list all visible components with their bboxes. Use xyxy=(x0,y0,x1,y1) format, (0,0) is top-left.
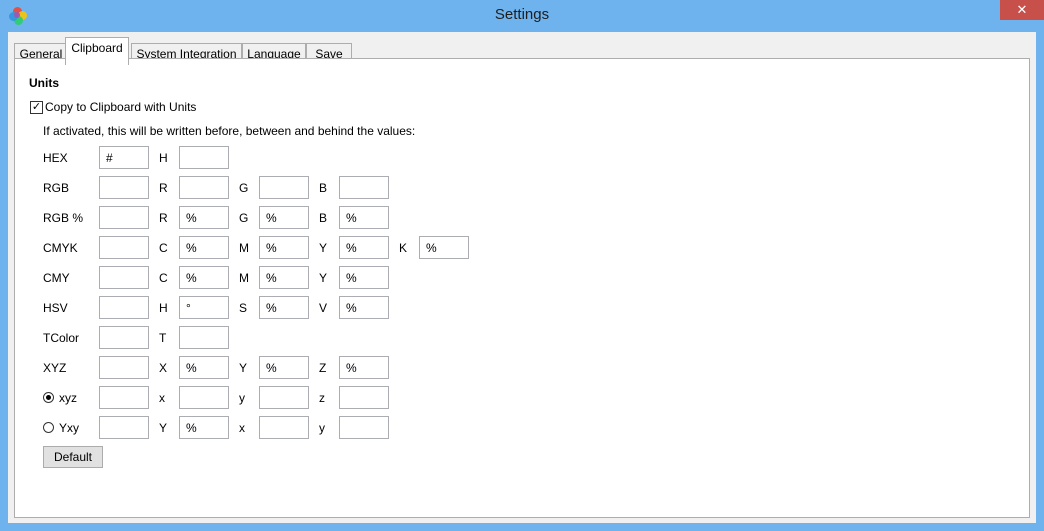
radio-dot-icon xyxy=(46,395,51,400)
xyz-prefix-input[interactable] xyxy=(99,386,149,409)
cmyk-y-label: Y xyxy=(319,241,328,255)
rgb-r-input[interactable] xyxy=(179,206,229,229)
cmyk-m-input[interactable] xyxy=(259,236,309,259)
cmy-c-label: C xyxy=(159,271,168,285)
cmyk-y-input[interactable] xyxy=(339,236,389,259)
cmyk-k-input[interactable] xyxy=(419,236,469,259)
xyz-z-input[interactable] xyxy=(339,356,389,379)
rgb-b-label: B xyxy=(319,211,328,225)
xyz-radio[interactable] xyxy=(43,392,54,403)
hex-prefix-input[interactable] xyxy=(99,146,149,169)
hsv-s-input[interactable] xyxy=(259,296,309,319)
xyz-prefix-input[interactable] xyxy=(99,356,149,379)
xyz-z-label: Z xyxy=(319,361,327,375)
title-bar: Settings ✕ xyxy=(0,0,1044,32)
cmy-y-input[interactable] xyxy=(339,266,389,289)
tcolor-t-label: T xyxy=(159,331,167,345)
yxy-x-label: x xyxy=(239,421,245,435)
hsv-h-input[interactable] xyxy=(179,296,229,319)
yxy-y-input[interactable] xyxy=(339,416,389,439)
tcolor-prefix-input[interactable] xyxy=(99,326,149,349)
copy-with-units-checkbox[interactable]: ✓ xyxy=(30,101,43,114)
window-title: Settings xyxy=(494,6,550,23)
cmy-y-label: Y xyxy=(319,271,328,285)
cmyk-c-input[interactable] xyxy=(179,236,229,259)
cmy-row-label: CMY xyxy=(43,271,70,285)
yxy-radio[interactable] xyxy=(43,422,54,433)
xyz-y-input[interactable] xyxy=(259,386,309,409)
rgb-b-label: B xyxy=(319,181,328,195)
copy-with-units-label[interactable]: Copy to Clipboard with Units xyxy=(45,100,196,114)
default-button[interactable]: Default xyxy=(43,446,103,468)
tcolor-row-label: TColor xyxy=(43,331,80,345)
cmy-c-input[interactable] xyxy=(179,266,229,289)
cmy-m-label: M xyxy=(239,271,249,285)
yxy-y-label: y xyxy=(319,421,325,435)
hsv-h-label: H xyxy=(159,301,168,315)
rgb-r-input[interactable] xyxy=(179,176,229,199)
xyz-y-label: y xyxy=(239,391,245,405)
tcolor-t-input[interactable] xyxy=(179,326,229,349)
units-description: If activated, this will be written befor… xyxy=(43,124,416,138)
yxy-y-input[interactable] xyxy=(179,416,229,439)
xyz-x-input[interactable] xyxy=(179,386,229,409)
xyz-y-input[interactable] xyxy=(259,356,309,379)
cmyk-c-label: C xyxy=(159,241,168,255)
hsv-v-input[interactable] xyxy=(339,296,389,319)
hsv-prefix-input[interactable] xyxy=(99,296,149,319)
checkmark-icon: ✓ xyxy=(31,101,42,113)
xyz-x-label: x xyxy=(159,391,165,405)
xyz-x-input[interactable] xyxy=(179,356,229,379)
cmyk-k-label: K xyxy=(399,241,408,255)
rgb-b-input[interactable] xyxy=(339,176,389,199)
cmy-m-input[interactable] xyxy=(259,266,309,289)
rgb-b-input[interactable] xyxy=(339,206,389,229)
yxy-y-label: Y xyxy=(159,421,168,435)
xyz-row-label: XYZ xyxy=(43,361,67,375)
clipboard-tab-panel: Units ✓ Copy to Clipboard with Units If … xyxy=(14,58,1030,518)
hex-row-label: HEX xyxy=(43,151,68,165)
cmyk-row-label: CMYK xyxy=(43,241,78,255)
close-button[interactable]: ✕ xyxy=(1000,0,1044,20)
rgb-row-label: RGB xyxy=(43,181,70,195)
units-heading: Units xyxy=(29,76,59,90)
rgb-r-label: R xyxy=(159,211,168,225)
xyz-row-label[interactable]: xyz xyxy=(59,391,77,405)
cmyk-m-label: M xyxy=(239,241,249,255)
hex-h-input[interactable] xyxy=(179,146,229,169)
rgb-g-label: G xyxy=(239,181,249,195)
rgb-row-label: RGB % xyxy=(43,211,84,225)
yxy-x-input[interactable] xyxy=(259,416,309,439)
xyz-y-label: Y xyxy=(239,361,248,375)
hsv-s-label: S xyxy=(239,301,248,315)
hsv-v-label: V xyxy=(319,301,328,315)
xyz-z-label: z xyxy=(319,391,325,405)
rgb-g-input[interactable] xyxy=(259,206,309,229)
hsv-row-label: HSV xyxy=(43,301,68,315)
yxy-prefix-input[interactable] xyxy=(99,416,149,439)
rgb-g-input[interactable] xyxy=(259,176,309,199)
tab-clipboard[interactable]: Clipboard xyxy=(65,37,129,65)
xyz-z-input[interactable] xyxy=(339,386,389,409)
rgb-prefix-input[interactable] xyxy=(99,206,149,229)
rgb-g-label: G xyxy=(239,211,249,225)
hex-h-label: H xyxy=(159,151,168,165)
yxy-row-label[interactable]: Yxy xyxy=(59,421,79,435)
cmyk-prefix-input[interactable] xyxy=(99,236,149,259)
rgb-prefix-input[interactable] xyxy=(99,176,149,199)
dialog-client-area: General Clipboard System Integration Langua… xyxy=(8,32,1036,523)
xyz-x-label: X xyxy=(159,361,168,375)
rgb-r-label: R xyxy=(159,181,168,195)
close-icon: ✕ xyxy=(1016,2,1028,17)
cmy-prefix-input[interactable] xyxy=(99,266,149,289)
